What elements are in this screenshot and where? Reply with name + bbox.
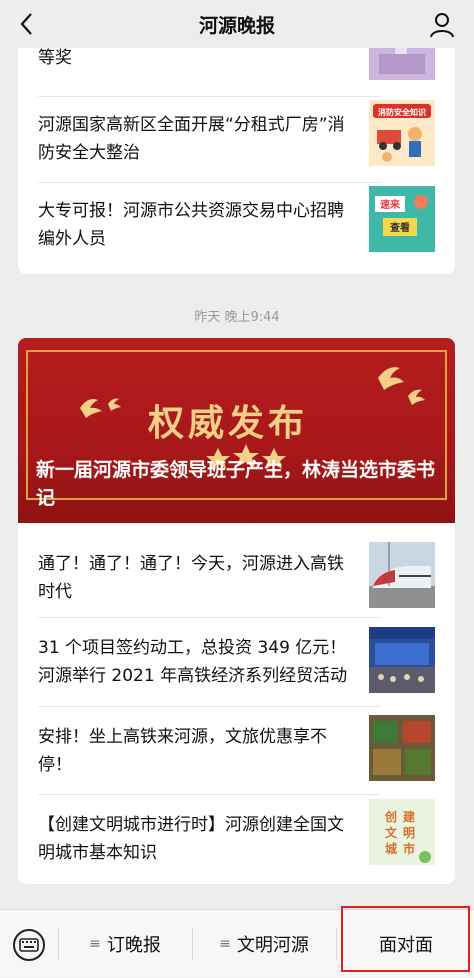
fire-safety-poster: 消防安全知识 <box>369 100 435 166</box>
recruit-poster: 速来 查看 <box>369 186 435 252</box>
top-bar: 河源晚报 <box>0 0 474 48</box>
article-item[interactable]: 通了！通了！通了！今天，河源进入高铁时代 <box>18 534 455 616</box>
article-title: 【创建文明城市进行时】河源创建全国文明城市基本知识 <box>38 815 344 863</box>
menu-item-subscribe[interactable]: ≡ 订晚报 <box>60 910 190 978</box>
menu-label: 文明河源 <box>236 935 309 956</box>
headline-banner[interactable]: 权威发布 新一届河源市委领导班子产生，林涛当选市委书记 <box>18 338 455 523</box>
message-timestamp: 昨天 晚上9:44 <box>194 310 280 325</box>
article-title: 河源国家高新区全面开展“分租式厂房”消防安全大整治 <box>38 115 345 163</box>
article-title: 大专可报！河源市公共资源交易中心招聘编外人员 <box>38 201 344 249</box>
banner-big-text: 权威发布 <box>148 402 309 444</box>
svg-text:城: 城 <box>385 841 397 856</box>
article-card-earlier: 等奖 河源国家高新区全面开展“分租式厂房”消防安全大整治 消防安全知识 大专可报… <box>18 34 455 274</box>
menu-separator <box>58 928 59 960</box>
high-speed-train-photo <box>369 542 435 608</box>
menu-label: 订晚报 <box>106 935 161 956</box>
article-item[interactable]: 大专可报！河源市公共资源交易中心招聘编外人员 速来 查看 <box>18 183 455 273</box>
svg-text:创: 创 <box>384 809 397 824</box>
chevron-left-icon[interactable] <box>14 10 42 38</box>
person-icon[interactable] <box>428 11 456 39</box>
local-products-photo <box>369 715 435 781</box>
menu-separator <box>336 928 337 960</box>
menu-lines-icon: ≡ <box>219 936 231 952</box>
article-item[interactable]: 安排！坐上高铁来河源，文旅优惠享不停！ <box>18 707 455 793</box>
highlight-box <box>341 906 470 972</box>
article-title: 安排！坐上高铁来河源，文旅优惠享不停！ <box>38 727 327 775</box>
article-title: 通了！通了！通了！今天，河源进入高铁时代 <box>38 554 344 602</box>
article-item[interactable]: 31 个项目签约动工，总投资 349 亿元！河源举行 2021 年高铁经济系列经… <box>18 618 455 706</box>
event-stage-photo <box>369 627 435 693</box>
article-title: 等奖 <box>38 48 72 68</box>
menu-item-civilized-heyuan[interactable]: ≡ 文明河源 <box>194 910 334 978</box>
article-title: 31 个项目签约动工，总投资 349 亿元！河源举行 2021 年高铁经济系列经… <box>38 638 348 686</box>
svg-text:明: 明 <box>403 826 415 840</box>
svg-text:文: 文 <box>385 825 398 840</box>
menu-lines-icon: ≡ <box>89 936 101 952</box>
article-item[interactable]: 河源国家高新区全面开展“分租式厂房”消防安全大整治 消防安全知识 <box>18 97 455 182</box>
svg-text:建: 建 <box>402 809 416 824</box>
page-title: 河源晚报 <box>198 14 275 37</box>
civilized-city-poster: 创 建 文 明 城 市 <box>369 799 435 865</box>
banner-headline: 新一届河源市委领导班子产生，林涛当选市委书记 <box>36 459 436 509</box>
svg-text:速来: 速来 <box>380 198 401 211</box>
svg-text:查看: 查看 <box>389 221 410 234</box>
article-card-main: 权威发布 新一届河源市委领导班子产生，林涛当选市委书记 通了！通了！通了！今天，… <box>18 338 455 884</box>
article-item[interactable]: 【创建文明城市进行时】河源创建全国文明城市基本知识 创 建 文 明 城 市 <box>18 795 455 881</box>
svg-text:消防安全知识: 消防安全知识 <box>378 107 426 117</box>
menu-separator <box>192 928 193 960</box>
svg-text:市: 市 <box>403 841 415 856</box>
keyboard-icon[interactable] <box>12 928 46 962</box>
